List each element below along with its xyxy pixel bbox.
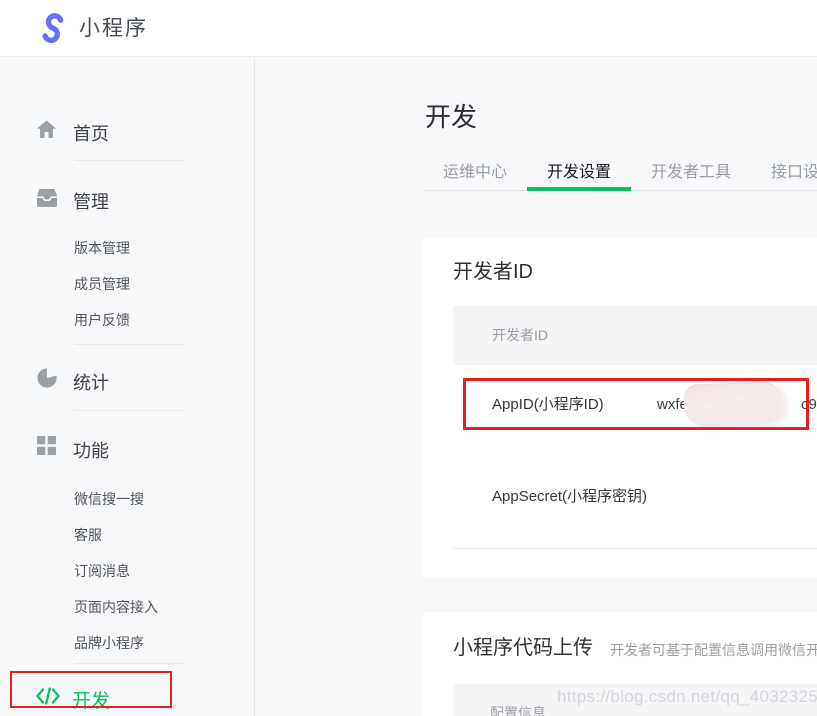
home-icon bbox=[37, 120, 56, 139]
sidebar-item-stats[interactable]: 统计 bbox=[73, 369, 109, 395]
appsecret-label: AppSecret(小程序密钥) bbox=[492, 445, 647, 549]
divider bbox=[74, 344, 184, 345]
code-upload-card: 小程序代码上传 开发者可基于配置信息调用微信开 配置信息 bbox=[423, 612, 817, 716]
appid-row: AppID(小程序ID) wxfe c9c bbox=[453, 365, 817, 445]
inbox-icon bbox=[37, 189, 57, 207]
sidebar-item-brand-miniprogram[interactable]: 品牌小程序 bbox=[74, 633, 144, 653]
appsecret-row: AppSecret(小程序密钥) bbox=[453, 445, 817, 549]
code-upload-card-title: 小程序代码上传 bbox=[453, 631, 593, 660]
page-title: 开发 bbox=[425, 97, 477, 134]
sidebar-item-wechat-search[interactable]: 微信搜一搜 bbox=[74, 489, 144, 509]
sidebar-item-home[interactable]: 首页 bbox=[73, 120, 109, 146]
developer-id-table-header-label: 开发者ID bbox=[492, 306, 548, 365]
appid-value-suffix: c9c bbox=[801, 365, 817, 445]
miniprogram-console-page: 小程序 首页 管理 版本管理 成员管理 用户反馈 统计 功能 微信搜一搜 客服 … bbox=[0, 0, 817, 716]
code-icon bbox=[36, 687, 60, 705]
appid-label: AppID(小程序ID) bbox=[492, 365, 604, 445]
code-upload-description: 开发者可基于配置信息调用微信开 bbox=[610, 640, 817, 660]
grid-icon bbox=[37, 436, 56, 455]
divider bbox=[74, 160, 184, 161]
dev-tabbar: 运维中心 开发设置 开发者工具 接口设置 bbox=[423, 160, 817, 191]
developer-id-card: 开发者ID 开发者ID AppID(小程序ID) wxfe c9c AppSec… bbox=[423, 237, 817, 578]
developer-id-card-title: 开发者ID bbox=[453, 255, 533, 284]
redaction-smudge bbox=[683, 382, 781, 426]
sidebar-item-manage[interactable]: 管理 bbox=[73, 188, 109, 214]
tab-api-settings[interactable]: 接口设置 bbox=[751, 160, 817, 191]
developer-id-table-header: 开发者ID bbox=[453, 306, 817, 365]
sidebar-divider bbox=[254, 58, 255, 716]
config-info-table-header: 配置信息 bbox=[453, 684, 817, 716]
config-info-table-header-label: 配置信息 bbox=[490, 703, 546, 716]
miniprogram-logo-icon[interactable] bbox=[36, 12, 69, 45]
tab-dev-settings[interactable]: 开发设置 bbox=[527, 160, 631, 191]
divider bbox=[74, 410, 184, 411]
sidebar-item-subscribe-message[interactable]: 订阅消息 bbox=[74, 561, 130, 581]
sidebar-item-features[interactable]: 功能 bbox=[73, 437, 109, 463]
sidebar-item-dev[interactable]: 开发 bbox=[72, 686, 110, 713]
sidebar-item-member-manage[interactable]: 成员管理 bbox=[74, 274, 130, 294]
sidebar-item-customer-service[interactable]: 客服 bbox=[74, 525, 102, 545]
sidebar-item-user-feedback[interactable]: 用户反馈 bbox=[74, 310, 130, 330]
tab-dev-tools[interactable]: 开发者工具 bbox=[631, 160, 751, 191]
app-title: 小程序 bbox=[79, 0, 148, 57]
sidebar-item-version-manage[interactable]: 版本管理 bbox=[74, 238, 130, 258]
tab-ops-center[interactable]: 运维中心 bbox=[423, 160, 527, 191]
divider bbox=[74, 663, 184, 664]
sidebar-item-page-content[interactable]: 页面内容接入 bbox=[74, 597, 158, 617]
pie-chart-icon bbox=[37, 368, 57, 388]
top-header: 小程序 bbox=[0, 0, 817, 57]
